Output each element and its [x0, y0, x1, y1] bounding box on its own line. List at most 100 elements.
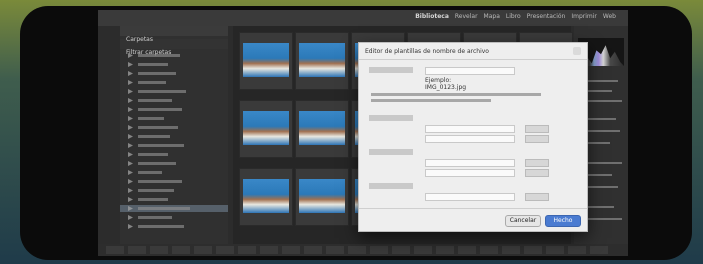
filmstrip-thumb[interactable]: [414, 246, 432, 254]
disclosure-triangle-icon[interactable]: [128, 179, 133, 184]
insert-button[interactable]: [525, 125, 549, 133]
disclosure-triangle-icon[interactable]: [128, 188, 133, 193]
token-select[interactable]: [425, 135, 515, 143]
photo-cell[interactable]: [295, 32, 349, 90]
filmstrip-thumb[interactable]: [392, 246, 410, 254]
folder-row[interactable]: [120, 178, 228, 185]
module-picker[interactable]: Biblioteca Revelar Mapa Libro Presentaci…: [415, 13, 616, 20]
folder-row[interactable]: [120, 97, 228, 104]
folders-filter[interactable]: Filtrar carpetas: [120, 39, 228, 56]
folder-row[interactable]: [120, 88, 228, 95]
folder-row-selected[interactable]: [120, 205, 228, 212]
filmstrip-thumb[interactable]: [150, 246, 168, 254]
filmstrip-thumb[interactable]: [546, 246, 564, 254]
disclosure-triangle-icon[interactable]: [128, 197, 133, 202]
filmstrip-thumb[interactable]: [282, 246, 300, 254]
token-select[interactable]: [425, 159, 515, 167]
filmstrip-thumb[interactable]: [304, 246, 322, 254]
disclosure-triangle-icon[interactable]: [128, 71, 133, 76]
folder-row[interactable]: [120, 124, 228, 131]
filmstrip-thumb[interactable]: [502, 246, 520, 254]
disclosure-triangle-icon[interactable]: [128, 98, 133, 103]
insert-button[interactable]: [525, 169, 549, 177]
photo-cell[interactable]: [239, 32, 293, 90]
filmstrip-thumb[interactable]: [238, 246, 256, 254]
filmstrip-thumb[interactable]: [260, 246, 278, 254]
token-select[interactable]: [425, 193, 515, 201]
folder-row[interactable]: [120, 70, 228, 77]
photo-thumbnail[interactable]: [243, 179, 289, 213]
disclosure-triangle-icon[interactable]: [128, 134, 133, 139]
cancel-button[interactable]: Cancelar: [505, 215, 541, 227]
folder-row[interactable]: [120, 151, 228, 158]
filmstrip-thumb[interactable]: [348, 246, 366, 254]
token-select[interactable]: [425, 125, 515, 133]
filmstrip-thumb[interactable]: [590, 246, 608, 254]
folder-row[interactable]: [120, 169, 228, 176]
token-line[interactable]: [371, 99, 491, 102]
close-icon[interactable]: [573, 47, 581, 55]
disclosure-triangle-icon[interactable]: [128, 116, 133, 121]
insert-button[interactable]: [525, 135, 549, 143]
folders-header[interactable]: Carpetas: [120, 26, 228, 43]
folder-row[interactable]: [120, 106, 228, 113]
token-line[interactable]: [371, 93, 541, 96]
disclosure-triangle-icon[interactable]: [128, 143, 133, 148]
photo-cell[interactable]: [295, 168, 349, 226]
folder-row[interactable]: [120, 223, 228, 230]
disclosure-triangle-icon[interactable]: [128, 170, 133, 175]
disclosure-triangle-icon[interactable]: [128, 80, 133, 85]
filmstrip-thumb[interactable]: [216, 246, 234, 254]
photo-cell[interactable]: [239, 168, 293, 226]
folder-row[interactable]: [120, 79, 228, 86]
filmstrip-thumb[interactable]: [194, 246, 212, 254]
folder-row[interactable]: [120, 61, 228, 68]
token-select[interactable]: [425, 169, 515, 177]
disclosure-triangle-icon[interactable]: [128, 89, 133, 94]
folder-row[interactable]: [120, 214, 228, 221]
folder-row[interactable]: [120, 142, 228, 149]
filmstrip-thumb[interactable]: [106, 246, 124, 254]
photo-cell[interactable]: [295, 100, 349, 158]
disclosure-triangle-icon[interactable]: [128, 215, 133, 220]
disclosure-triangle-icon[interactable]: [128, 206, 133, 211]
filmstrip-thumb[interactable]: [326, 246, 344, 254]
insert-button[interactable]: [525, 159, 549, 167]
filmstrip-thumb[interactable]: [568, 246, 586, 254]
module-map[interactable]: Mapa: [484, 13, 500, 20]
disclosure-triangle-icon[interactable]: [128, 62, 133, 67]
module-web[interactable]: Web: [603, 13, 616, 20]
folder-row[interactable]: [120, 115, 228, 122]
disclosure-triangle-icon[interactable]: [128, 224, 133, 229]
module-print[interactable]: Imprimir: [571, 13, 597, 20]
filmstrip-thumb[interactable]: [370, 246, 388, 254]
module-develop[interactable]: Revelar: [455, 13, 478, 20]
photo-thumbnail[interactable]: [299, 179, 345, 213]
disclosure-triangle-icon[interactable]: [128, 107, 133, 112]
filmstrip-thumb[interactable]: [480, 246, 498, 254]
photo-thumbnail[interactable]: [299, 111, 345, 145]
filmstrip-thumb[interactable]: [172, 246, 190, 254]
disclosure-triangle-icon[interactable]: [128, 152, 133, 157]
photo-thumbnail[interactable]: [299, 43, 345, 77]
module-slideshow[interactable]: Presentación: [527, 13, 566, 20]
insert-button[interactable]: [525, 193, 549, 201]
photo-thumbnail[interactable]: [243, 111, 289, 145]
done-button[interactable]: Hecho: [545, 215, 581, 227]
filmstrip-thumb[interactable]: [458, 246, 476, 254]
folder-row[interactable]: [120, 187, 228, 194]
disclosure-triangle-icon[interactable]: [128, 161, 133, 166]
folder-name: [138, 198, 168, 201]
module-library[interactable]: Biblioteca: [415, 13, 449, 20]
filmstrip-thumb[interactable]: [436, 246, 454, 254]
filmstrip-thumb[interactable]: [524, 246, 542, 254]
template-select[interactable]: [425, 67, 515, 75]
disclosure-triangle-icon[interactable]: [128, 125, 133, 130]
filmstrip-thumb[interactable]: [128, 246, 146, 254]
module-book[interactable]: Libro: [506, 13, 521, 20]
folder-row[interactable]: [120, 196, 228, 203]
photo-thumbnail[interactable]: [243, 43, 289, 77]
photo-cell[interactable]: [239, 100, 293, 158]
folder-row[interactable]: [120, 160, 228, 167]
folder-row[interactable]: [120, 133, 228, 140]
